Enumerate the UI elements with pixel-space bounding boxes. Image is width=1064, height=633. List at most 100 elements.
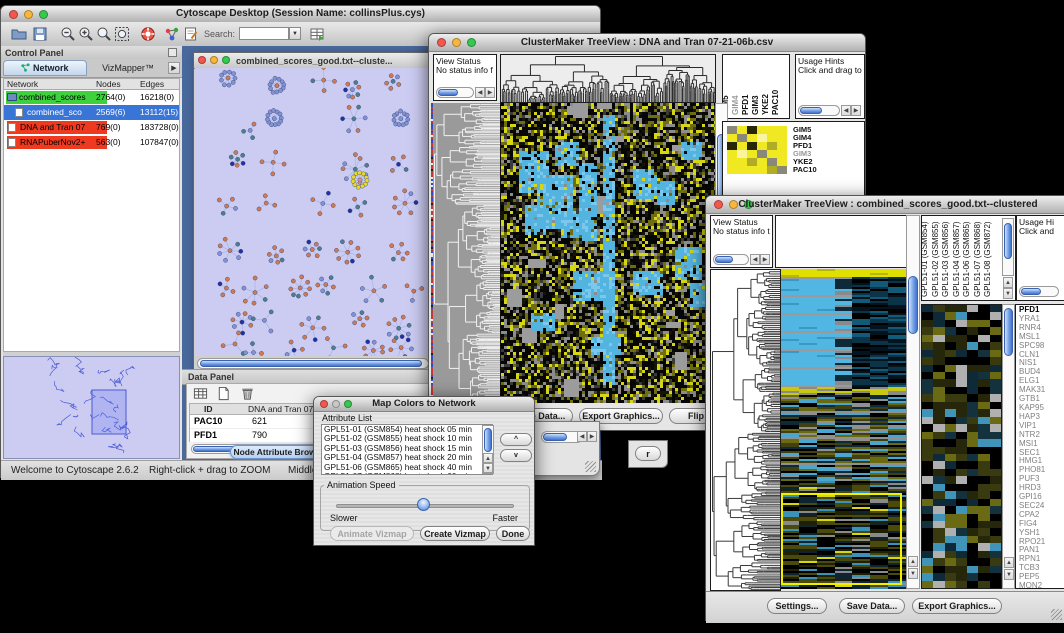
- scrollbar-thumb[interactable]: [543, 433, 567, 441]
- matrix-cell[interactable]: [767, 158, 777, 166]
- matrix-cell[interactable]: [747, 126, 757, 134]
- dialog-titlebar[interactable]: Map Colors to Network: [314, 397, 534, 412]
- matrix-cell[interactable]: [737, 126, 747, 134]
- matrix-cell[interactable]: [757, 134, 767, 142]
- search-input[interactable]: [239, 27, 289, 40]
- row-dendrogram[interactable]: [433, 103, 500, 403]
- scroll-up-icon[interactable]: ▲: [1004, 557, 1014, 568]
- vizmapper-nodes-icon[interactable]: [164, 26, 180, 42]
- global-heatmap[interactable]: [500, 103, 715, 403]
- scroll-right-icon[interactable]: ▶: [851, 105, 861, 116]
- matrix-cell[interactable]: [757, 166, 767, 174]
- animate-vizmap-button[interactable]: Animate Vizmap: [330, 526, 414, 541]
- scroll-right-icon[interactable]: ▶: [760, 254, 770, 265]
- col-header-nodes[interactable]: Nodes: [96, 79, 121, 89]
- resize-grip[interactable]: [585, 461, 596, 472]
- matrix-cell[interactable]: [727, 166, 737, 174]
- done-button[interactable]: Done: [496, 526, 530, 541]
- matrix-cell[interactable]: [737, 134, 747, 142]
- scrollbar-thumb[interactable]: [800, 107, 822, 114]
- labels-v-scrollbar[interactable]: [1002, 218, 1014, 276]
- network-table-row[interactable]: RNAPuberNov2+563(0)107847(0): [4, 135, 179, 150]
- scrollbar-thumb[interactable]: [715, 256, 733, 263]
- scrollbar-thumb[interactable]: [200, 360, 422, 367]
- usage-h-scrollbar[interactable]: [1019, 286, 1059, 297]
- treeview2-top-dendrogram-area[interactable]: [775, 215, 909, 268]
- attribute-item[interactable]: GPL51-07 (GSM868) heat shock 60 min: [322, 472, 492, 475]
- scroll-down-icon[interactable]: ▼: [908, 568, 918, 579]
- matrix-cell[interactable]: [737, 166, 747, 174]
- minimize-icon[interactable]: [210, 56, 218, 64]
- scroll-left-icon[interactable]: ◀: [841, 105, 851, 116]
- float-panel-icon[interactable]: [168, 48, 177, 57]
- zoom-in-icon[interactable]: [78, 26, 94, 42]
- scrollbar-thumb[interactable]: [1004, 308, 1013, 356]
- clipped-button[interactable]: r: [635, 446, 661, 461]
- matrix-cell[interactable]: [767, 142, 777, 150]
- main-titlebar[interactable]: Cytoscape Desktop (Session Name: collins…: [1, 6, 600, 23]
- tab-more-icon[interactable]: ▶: [168, 62, 180, 74]
- matrix-cell[interactable]: [767, 150, 777, 158]
- save-data-button[interactable]: Save Data...: [839, 598, 905, 614]
- move-up-button[interactable]: ^: [500, 433, 532, 446]
- matrix-cell[interactable]: [777, 142, 787, 150]
- scrollbar-thumb[interactable]: [484, 428, 492, 452]
- close-icon[interactable]: [198, 56, 206, 64]
- matrix-cell[interactable]: [757, 142, 767, 150]
- scrollbar-thumb[interactable]: [908, 276, 918, 334]
- help-lifesaver-icon[interactable]: [140, 26, 156, 42]
- network-h-scrollbar[interactable]: [197, 358, 429, 369]
- zoom-heatmap[interactable]: [922, 305, 1001, 588]
- node-attribute-browser-button[interactable]: Node Attribute Brows: [230, 445, 324, 459]
- overview-viewport-rect[interactable]: [92, 390, 126, 434]
- matrix-cell[interactable]: [757, 158, 767, 166]
- matrix-cell[interactable]: [767, 134, 777, 142]
- network-table-row[interactable]: DNA and Tran 07769(0)183728(0): [4, 120, 179, 135]
- view-status-h-scrollbar[interactable]: [713, 254, 749, 265]
- scroll-up-icon[interactable]: ▲: [483, 453, 493, 463]
- table-icon[interactable]: [193, 386, 209, 402]
- open-folder-icon[interactable]: [11, 26, 27, 42]
- scrollbar-thumb[interactable]: [1021, 288, 1041, 295]
- matrix-cell[interactable]: [777, 158, 787, 166]
- export-graphics-button[interactable]: Export Graphics...: [912, 598, 1002, 614]
- zoom-out-icon[interactable]: [60, 26, 76, 42]
- import-table-icon[interactable]: [309, 26, 325, 42]
- scroll-up-icon[interactable]: ▲: [908, 556, 918, 567]
- main-v-scrollbar[interactable]: ▲ ▼: [906, 215, 920, 589]
- move-down-button[interactable]: v: [500, 449, 532, 462]
- matrix-cell[interactable]: [747, 142, 757, 150]
- scroll-left-icon[interactable]: ◀: [750, 254, 760, 265]
- col-header-edges[interactable]: Edges: [140, 79, 164, 89]
- attribute-listbox[interactable]: GPL51-01 (GSM854) heat shock 05 minGPL51…: [321, 424, 493, 475]
- search-dropdown-icon[interactable]: ▼: [289, 27, 301, 40]
- settings-button[interactable]: Settings...: [767, 598, 827, 614]
- matrix-cell[interactable]: [757, 150, 767, 158]
- create-vizmap-button[interactable]: Create Vizmap: [420, 526, 490, 541]
- treeview1-titlebar[interactable]: ClusterMaker TreeView : DNA and Tran 07-…: [429, 34, 865, 52]
- matrix-cell[interactable]: [727, 134, 737, 142]
- scroll-left-icon[interactable]: ◀: [475, 87, 485, 98]
- matrix-cell[interactable]: [777, 126, 787, 134]
- save-icon[interactable]: [32, 26, 48, 42]
- network-table-row[interactable]: combined_sco2569(6)13112(15): [4, 105, 179, 120]
- tab-vizmapper[interactable]: VizMapper™: [89, 60, 167, 76]
- similarity-matrix-heatmap[interactable]: [727, 126, 787, 174]
- new-document-icon[interactable]: [216, 386, 232, 402]
- treeview2-titlebar[interactable]: ClusterMaker TreeView : combined_scores_…: [706, 196, 1064, 214]
- matrix-cell[interactable]: [727, 150, 737, 158]
- matrix-cell[interactable]: [777, 166, 787, 174]
- network-table-row[interactable]: combined_scores2764(0)16218(0): [4, 90, 179, 105]
- network-overview-panel[interactable]: [3, 356, 180, 459]
- zoom-fit-icon[interactable]: [114, 26, 130, 42]
- scrollbar-thumb[interactable]: [1004, 223, 1012, 259]
- matrix-cell[interactable]: [727, 142, 737, 150]
- network-view-titlebar[interactable]: combined_scores_good.txt--cluste...: [194, 53, 434, 69]
- scroll-down-icon[interactable]: ▼: [1004, 569, 1014, 580]
- scroll-down-icon[interactable]: ▼: [483, 463, 493, 473]
- matrix-cell[interactable]: [747, 150, 757, 158]
- resize-grip[interactable]: [1051, 609, 1062, 620]
- usage-h-scrollbar[interactable]: [798, 105, 840, 116]
- zoom-actual-icon[interactable]: [96, 26, 112, 42]
- heatmap-selection-rect[interactable]: [781, 493, 902, 585]
